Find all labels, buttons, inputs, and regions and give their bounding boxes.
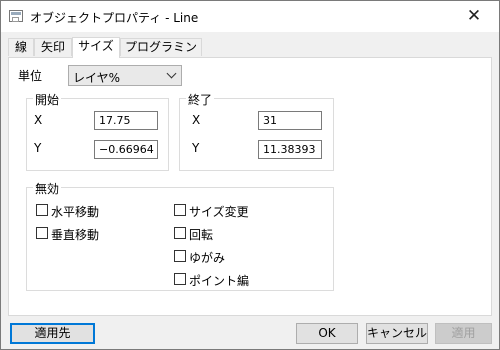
unit-select[interactable]: レイヤ% [68,65,182,86]
chevron-down-icon [166,68,177,79]
disable-group: 無効 水平移動 垂直移動 サイズ変更 回転 ゆがみ ポイント編 [26,180,334,291]
apply-button[interactable]: 適用 [435,323,492,344]
start-y-field[interactable]: −0.66964 [94,140,158,159]
end-y-label: Y [192,141,200,155]
skew-checkbox[interactable] [174,250,186,262]
rotate-label: 回転 [189,228,214,242]
end-x-label: X [192,113,201,127]
title-bar: オブジェクトプロパティ - Line ✕ [1,1,499,32]
start-x-field[interactable]: 17.75 [94,111,158,130]
ok-button[interactable]: OK [296,323,358,344]
tab-arrow[interactable]: 矢印 [34,38,72,56]
skew-label: ゆがみ [189,251,226,265]
start-group-title: 開始 [33,91,62,108]
unit-select-value: レイヤ% [73,71,121,85]
tab-line[interactable]: 線 [8,38,34,56]
vertical-move-checkbox[interactable] [36,227,48,239]
window-icon [9,10,23,22]
end-x-field[interactable]: 31 [258,111,322,130]
tab-programming[interactable]: プログラミング [120,38,202,71]
size-tab-panel: 単位 レイヤ% 開始 X 17.75 Y −0.66964 終了 X 31 Y … [8,57,492,316]
disable-group-title: 無効 [33,180,62,197]
vertical-move-label: 垂直移動 [51,228,100,242]
unit-label: 単位 [18,69,43,83]
close-icon: ✕ [466,6,482,26]
object-properties-dialog: オブジェクトプロパティ - Line ✕ 線 矢印 サイズ プログラミング 単位… [0,0,500,350]
horizontal-move-checkbox[interactable] [36,204,48,216]
start-group: 開始 X 17.75 Y −0.66964 [26,91,169,171]
start-x-label: X [34,113,43,127]
resize-checkbox[interactable] [174,204,186,216]
end-group: 終了 X 31 Y 11.38393 [179,91,334,171]
close-button[interactable]: ✕ [463,6,485,26]
tab-size[interactable]: サイズ [72,37,120,58]
apply-to-button[interactable]: 適用先 [10,323,95,344]
horizontal-move-label: 水平移動 [51,205,100,219]
end-group-title: 終了 [186,91,215,108]
point-edit-checkbox[interactable] [174,273,186,285]
resize-label: サイズ変更 [189,205,249,219]
cancel-button[interactable]: キャンセル [366,323,428,344]
window-title: オブジェクトプロパティ - Line [30,11,199,25]
point-edit-label: ポイント編 [189,274,250,288]
rotate-checkbox[interactable] [174,227,186,239]
start-y-label: Y [34,141,42,155]
end-y-field[interactable]: 11.38393 [258,140,322,159]
